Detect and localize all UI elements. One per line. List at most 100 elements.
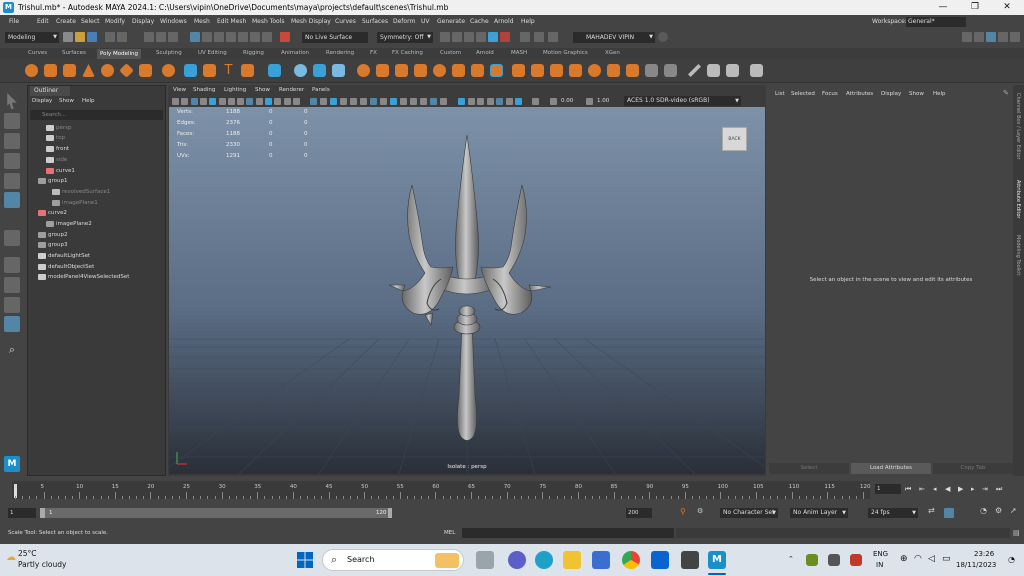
viewport-toolbar-icon[interactable] [218,98,226,105]
mirror-icon[interactable] [357,64,370,77]
gamma-field[interactable]: 1.00 [597,98,609,104]
wifi-icon[interactable]: ◠ [914,554,922,564]
outliner-search-input[interactable]: Search... [30,110,163,120]
shelf-tab-fx-caching[interactable]: FX Caching [392,50,423,56]
make-hole-icon[interactable] [490,64,503,77]
language-code[interactable]: ENG [873,550,888,558]
save-scene-icon[interactable] [87,32,97,42]
viewport-toolbar-icon[interactable] [496,98,503,105]
shelf-tab-xgen[interactable]: XGen [605,50,620,56]
hypershade-icon[interactable] [488,32,498,42]
camera-sequencer-icon[interactable] [520,32,530,42]
shelf-tab-fx[interactable]: FX [370,50,377,56]
cache-playback-icon[interactable] [944,508,954,518]
viewport-toolbar-icon[interactable] [486,98,494,105]
menu-deform[interactable]: Deform [393,18,415,25]
bevel-icon[interactable] [433,64,446,77]
side-tab-channel-box[interactable]: Channel Box / Layer Editor [1015,93,1021,160]
slide-edge-icon[interactable] [626,64,639,77]
menu-mesh-display[interactable]: Mesh Display [291,18,331,25]
live-surface-dropdown[interactable]: No Live Surface [302,32,368,43]
menu-mesh[interactable]: Mesh [194,18,210,25]
minimize-button[interactable]: — [928,1,958,14]
bridge-icon[interactable] [395,64,408,77]
step-forward-frame-icon[interactable]: ▸ [971,485,975,493]
smooth-icon[interactable] [268,64,281,77]
shelf-tab-mash[interactable]: MASH [511,50,527,56]
viewport-toolbar-icon[interactable] [370,98,377,105]
viewport-toolbar-icon[interactable] [410,98,417,105]
outliner-item[interactable]: group3 [38,240,67,250]
view-cube[interactable]: BACK [722,127,747,151]
viewport-toolbar-icon[interactable] [467,98,475,105]
task-view-icon[interactable] [476,551,494,569]
toggle-channel-box-icon[interactable] [998,32,1008,42]
open-scene-icon[interactable] [75,32,85,42]
ipr-render-icon[interactable] [464,32,474,42]
offset-loop-icon[interactable] [607,64,620,77]
shelf-options-icon[interactable] [750,64,763,77]
play-forwards-icon[interactable]: ▶ [958,485,963,493]
clock-time[interactable]: 23:26 [974,550,994,558]
outliner-item[interactable]: top [46,133,65,143]
close-button[interactable]: ✕ [992,1,1022,14]
reduce-icon[interactable] [645,64,658,77]
play-backwards-icon[interactable]: ◀ [945,485,950,493]
ae-menu-show[interactable]: Show [909,91,924,97]
viewport-toolbar-icon[interactable] [532,98,539,105]
viewport-toolbar-icon[interactable] [283,98,291,105]
sweep-mesh-icon[interactable] [203,64,216,77]
svg-icon[interactable] [184,64,197,77]
viewport-toolbar-icon[interactable] [515,98,522,105]
select-by-curve-icon[interactable] [214,32,224,42]
menu-surfaces[interactable]: Surfaces [362,18,388,25]
menu-display[interactable]: Display [132,18,154,25]
edge-loop-icon[interactable] [588,64,601,77]
fill-hole-icon[interactable] [471,64,484,77]
outliner-item[interactable]: imagePlane1 [52,198,98,208]
menu-uv[interactable]: UV [421,18,430,25]
extrude-icon[interactable] [414,64,427,77]
chrome-icon[interactable] [622,551,640,569]
viewport-toolbar-icon[interactable] [390,98,397,105]
loop-icon[interactable]: ⇄ [928,506,935,515]
menu-edit-mesh[interactable]: Edit Mesh [217,18,246,25]
viewport-toolbar-icon[interactable] [330,98,337,105]
viewport-toolbar-icon[interactable] [320,98,327,105]
edge-icon[interactable] [535,551,553,569]
user-account-dropdown[interactable]: MAHADEV VIPIN ▼ [573,32,655,43]
outliner-item[interactable]: persp [46,123,72,133]
tray-app-icon-2[interactable] [828,554,840,566]
ae-menu-help[interactable]: Help [933,91,946,97]
shelf-tab-rigging[interactable]: Rigging [243,50,264,56]
cleanup-icon[interactable] [664,64,677,77]
step-forward-key-icon[interactable]: ⇥ [982,485,988,493]
ae-menu-focus[interactable]: Focus [822,91,838,97]
outliner-item[interactable]: revolvedSurface1 [52,187,110,197]
viewport-toolbar-icon[interactable] [255,98,263,105]
teams-icon[interactable] [508,551,526,569]
viewport-toolbar-icon[interactable] [420,98,427,105]
viewport-toolbar-icon[interactable] [350,98,357,105]
viewport-toolbar-icon[interactable] [274,98,282,105]
range-bar[interactable]: 1 120 [40,508,392,518]
outliner-item[interactable]: side [46,155,67,165]
menu-windows[interactable]: Windows [160,18,187,25]
pin-icon[interactable]: ✎ [1003,89,1009,97]
shelf-tab-poly-modeling[interactable]: Poly Modeling [97,49,142,59]
side-tab-modeling-toolkit[interactable]: Modeling Toolkit [1015,235,1021,275]
show-manipulator-icon[interactable] [4,230,20,246]
render-icon[interactable] [452,32,462,42]
toggle-modeling-toolkit-icon[interactable] [962,32,972,42]
menu-curves[interactable]: Curves [335,18,356,25]
four-view-layout-icon[interactable] [4,277,20,293]
rotate-tool-icon[interactable] [4,173,20,189]
sculpt-icon[interactable] [726,64,739,77]
append-icon[interactable] [452,64,465,77]
shelf-tab-curves[interactable]: Curves [28,50,47,56]
extract-icon[interactable] [294,64,307,77]
persp-outliner-layout-icon[interactable] [4,297,20,313]
viewport-toolbar-icon[interactable] [586,98,593,105]
snap-point-icon[interactable] [280,32,290,42]
ae-menu-selected[interactable]: Selected [791,91,815,97]
